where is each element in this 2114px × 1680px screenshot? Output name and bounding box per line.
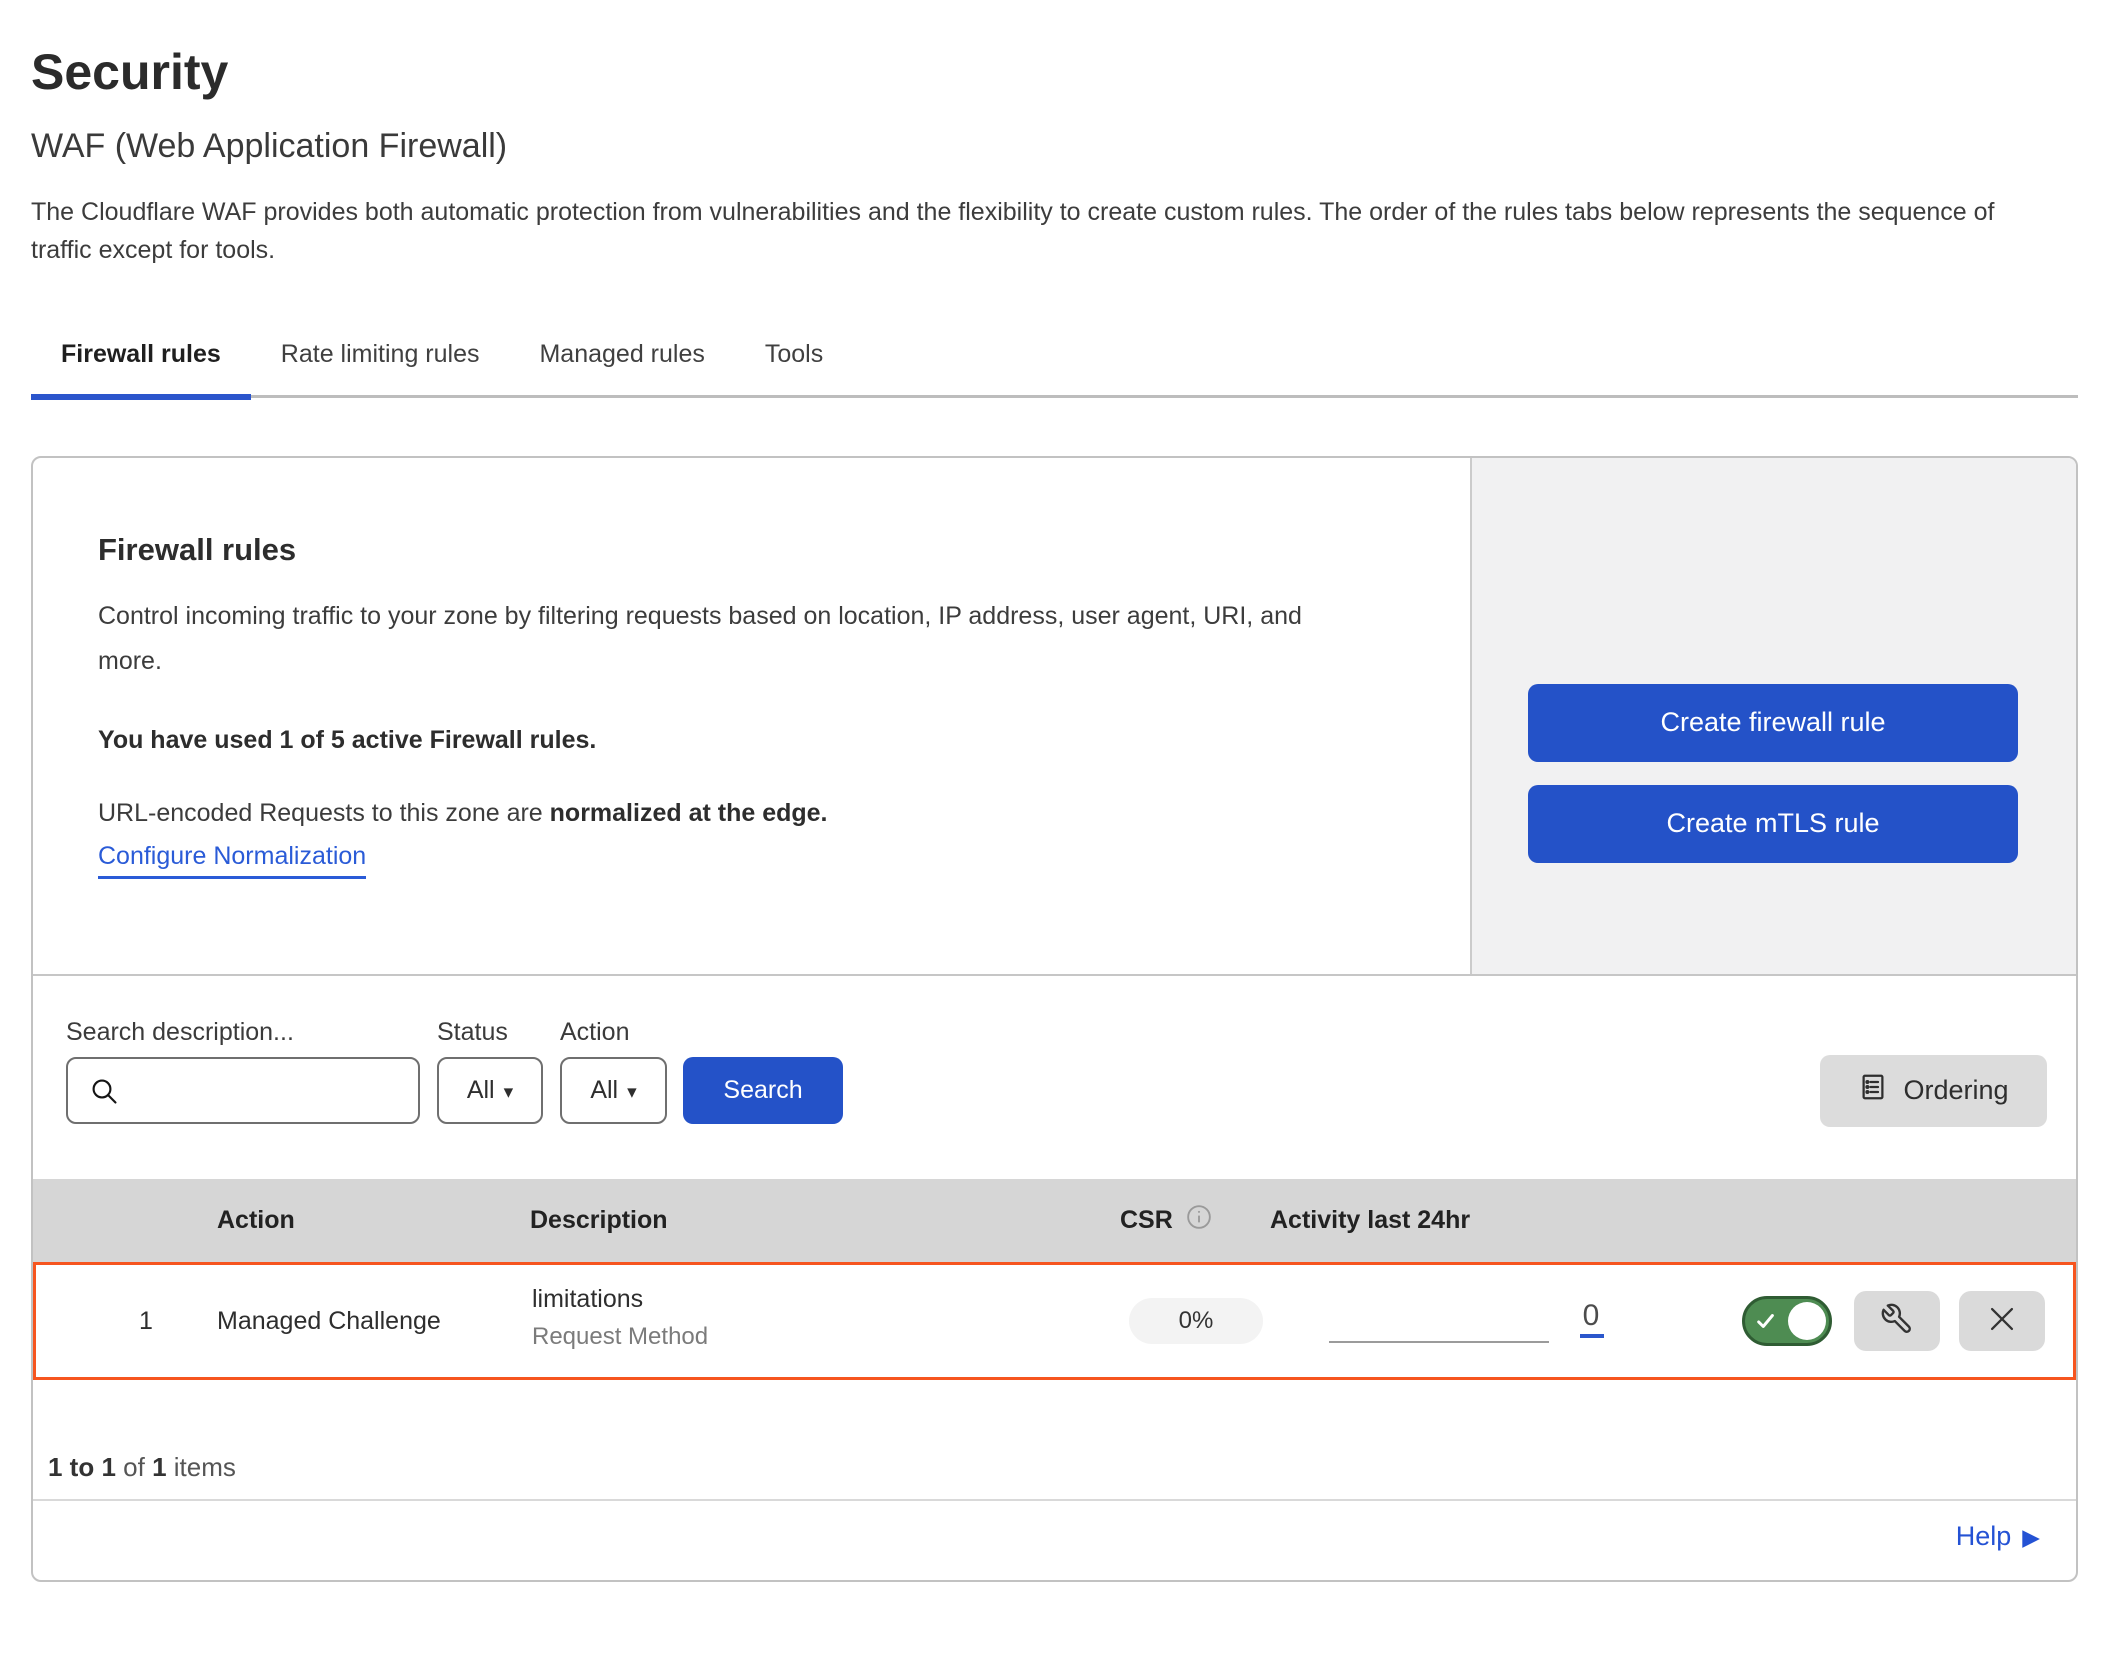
tab-tools[interactable]: Tools [735, 324, 853, 395]
info-left: Firewall rules Control incoming traffic … [33, 458, 1373, 879]
page-title: Security [31, 42, 2114, 102]
pagination-items: items [174, 1452, 236, 1482]
ordering-button[interactable]: Ordering [1820, 1055, 2047, 1127]
search-button[interactable]: Search [683, 1057, 843, 1124]
search-input[interactable] [68, 1059, 418, 1122]
info-icon[interactable] [1185, 1203, 1213, 1238]
firewall-rules-info-section: Firewall rules Control incoming traffic … [33, 458, 2076, 976]
create-firewall-rule-button[interactable]: Create firewall rule [1528, 684, 2018, 762]
rule-description-sub: Request Method [532, 1323, 708, 1351]
info-description: Control incoming traffic to your zone by… [98, 594, 1338, 684]
create-mtls-rule-button[interactable]: Create mTLS rule [1528, 785, 2018, 863]
activity-sparkline [1329, 1341, 1549, 1343]
wrench-icon [1880, 1302, 1914, 1339]
pagination-total: 1 [152, 1452, 166, 1482]
help-arrow-icon [2022, 1521, 2040, 1552]
waf-tabs: Firewall rules Rate limiting rules Manag… [31, 324, 2078, 398]
pagination-of: of [123, 1452, 145, 1482]
search-description-label: Search description... [66, 1018, 294, 1047]
rule-priority: 1 [124, 1265, 168, 1377]
normalization-text: URL-encoded Requests to this zone are no… [98, 799, 1373, 828]
configure-normalization-link[interactable]: Configure Normalization [98, 842, 366, 879]
chevron-down-icon [504, 1076, 514, 1105]
csr-badge: 0% [1129, 1298, 1263, 1344]
column-header-description: Description [530, 1179, 668, 1262]
page-description: The Cloudflare WAF provides both automat… [31, 193, 2051, 269]
search-box [66, 1057, 420, 1124]
page-subtitle: WAF (Web Application Firewall) [31, 126, 2114, 167]
pagination: 1 to 1 of 1 items [33, 1380, 2076, 1501]
column-header-csr: CSR [1120, 1179, 1213, 1262]
column-header-activity: Activity last 24hr [1270, 1179, 1470, 1262]
tab-rate-limiting-rules[interactable]: Rate limiting rules [251, 324, 510, 395]
action-select[interactable]: All [560, 1057, 667, 1124]
csr-header-label: CSR [1120, 1206, 1173, 1235]
status-label: Status [437, 1018, 508, 1047]
action-select-value: All [590, 1076, 618, 1105]
pagination-range: 1 to 1 [48, 1452, 116, 1482]
rule-enabled-toggle[interactable] [1742, 1296, 1832, 1346]
rule-action: Managed Challenge [217, 1265, 441, 1377]
rule-description: limitations [532, 1285, 708, 1314]
toggle-knob [1788, 1302, 1826, 1340]
status-select-value: All [467, 1076, 495, 1105]
help-link-label: Help [1956, 1521, 2012, 1552]
tab-managed-rules[interactable]: Managed rules [509, 324, 734, 395]
help-row: Help [33, 1501, 2076, 1580]
info-actions-panel: Create firewall rule Create mTLS rule [1470, 458, 2076, 974]
help-link[interactable]: Help [1956, 1521, 2040, 1552]
action-label: Action [560, 1018, 629, 1047]
activity-value-link[interactable]: 0 [1569, 1299, 1613, 1333]
rules-table-header: Action Description CSR Activity last 24h… [33, 1179, 2076, 1262]
activity-marker [1580, 1334, 1604, 1338]
normalization-prefix: URL-encoded Requests to this zone are [98, 799, 550, 827]
status-select[interactable]: All [437, 1057, 543, 1124]
ordering-list-icon [1858, 1072, 1888, 1109]
tab-firewall-rules[interactable]: Firewall rules [31, 324, 251, 395]
rule-description-cell: limitations Request Method [532, 1285, 708, 1351]
security-waf-page: Security WAF (Web Application Firewall) … [0, 42, 2114, 1582]
info-heading: Firewall rules [98, 532, 1373, 568]
column-header-action: Action [217, 1179, 295, 1262]
normalization-bold: normalized at the edge. [550, 799, 828, 827]
chevron-down-icon [627, 1076, 637, 1105]
ordering-button-label: Ordering [1903, 1075, 2008, 1106]
edit-rule-button[interactable] [1854, 1291, 1940, 1351]
usage-text: You have used 1 of 5 active Firewall rul… [98, 726, 1373, 755]
check-icon [1755, 1310, 1777, 1337]
delete-rule-button[interactable] [1959, 1291, 2045, 1351]
firewall-rules-card: Firewall rules Control incoming traffic … [31, 456, 2078, 1582]
close-icon [1985, 1302, 2019, 1339]
table-row: 1 Managed Challenge limitations Request … [33, 1262, 2076, 1380]
filter-row: Search description... Status Action All … [33, 976, 2076, 1179]
